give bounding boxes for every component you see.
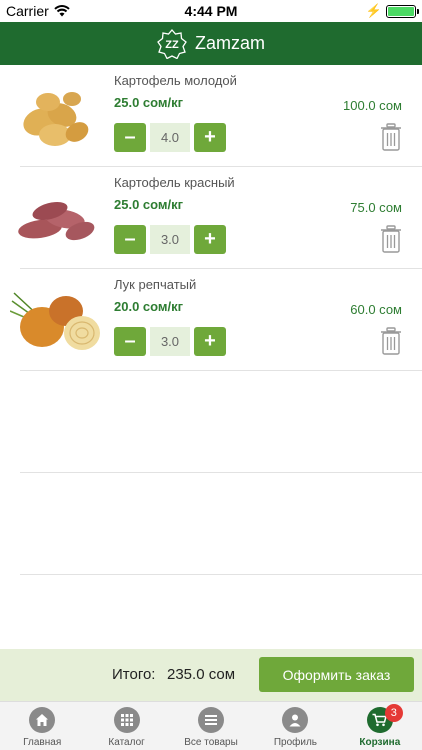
tab-bar: Главная Каталог Все товары Профиль 3 Кор… xyxy=(0,701,422,750)
tab-home[interactable]: Главная xyxy=(0,702,84,750)
status-bar: Carrier 4:44 PM ⚡ xyxy=(0,0,422,22)
decrease-button[interactable]: – xyxy=(114,327,146,356)
home-icon xyxy=(29,707,56,733)
charging-icon: ⚡ xyxy=(365,3,382,18)
list-icon xyxy=(198,707,225,733)
line-total: 60.0 сом xyxy=(350,302,402,317)
cart-count-badge: 3 xyxy=(384,704,403,722)
product-name: Картофель красный xyxy=(114,175,235,190)
cart-item: Картофель красный 25.0 сом/кг 75.0 сом –… xyxy=(18,167,422,269)
cart-item: Лук репчатый 20.0 сом/кг 60.0 сом – 3.0 … xyxy=(10,269,422,371)
user-icon xyxy=(282,707,309,733)
total-label: Итого: xyxy=(112,666,156,683)
tab-label: Главная xyxy=(23,737,62,748)
tab-label: Все товары xyxy=(184,737,238,748)
tab-profile[interactable]: Профиль xyxy=(253,702,337,750)
quantity-value: 4.0 xyxy=(150,123,190,152)
zamzam-logo-icon: ZZ xyxy=(157,28,187,59)
red-potatoes-image xyxy=(18,201,95,241)
quantity-stepper: – 3.0 + xyxy=(114,327,226,356)
svg-text:ZZ: ZZ xyxy=(165,39,179,51)
tab-cart[interactable]: 3 Корзина xyxy=(338,702,422,750)
increase-button[interactable]: + xyxy=(194,225,226,254)
brand-name: Zamzam xyxy=(194,33,265,53)
tab-all-products[interactable]: Все товары xyxy=(169,702,253,750)
cart-list: Картофель молодой 25.0 сом/кг 100.0 сом … xyxy=(0,65,422,575)
onions-image xyxy=(10,292,100,350)
status-time: 4:44 PM xyxy=(184,3,238,19)
battery-level xyxy=(388,7,414,16)
cart-item: Картофель молодой 25.0 сом/кг 100.0 сом … xyxy=(20,65,422,167)
increase-button[interactable]: + xyxy=(194,123,226,152)
tab-label: Корзина xyxy=(359,737,401,748)
line-total: 75.0 сом xyxy=(350,200,402,215)
decrease-button[interactable]: – xyxy=(114,123,146,152)
young-potatoes-image xyxy=(23,92,89,146)
empty-row xyxy=(20,371,422,473)
order-summary-bar: Итого: 235.0 сом Оформить заказ xyxy=(0,649,422,701)
line-total: 100.0 сом xyxy=(343,98,402,113)
battery-tip xyxy=(417,9,419,14)
trash-icon[interactable] xyxy=(380,327,402,355)
quantity-stepper: – 3.0 + xyxy=(114,225,226,254)
product-name: Картофель молодой xyxy=(114,73,237,88)
unit-price: 20.0 сом/кг xyxy=(114,299,184,314)
empty-row xyxy=(20,473,422,575)
checkout-button[interactable]: Оформить заказ xyxy=(259,657,414,692)
quantity-stepper: – 4.0 + xyxy=(114,123,226,152)
total-value: 235.0 сом xyxy=(167,666,236,683)
trash-icon[interactable] xyxy=(380,225,402,253)
quantity-value: 3.0 xyxy=(150,327,190,356)
unit-price: 25.0 сом/кг xyxy=(114,197,184,212)
grid-icon xyxy=(113,707,140,733)
product-name: Лук репчатый xyxy=(114,277,197,292)
increase-button[interactable]: + xyxy=(194,327,226,356)
unit-price: 25.0 сом/кг xyxy=(114,95,184,110)
tab-label: Профиль xyxy=(273,737,317,748)
decrease-button[interactable]: – xyxy=(114,225,146,254)
tab-label: Каталог xyxy=(108,737,145,748)
quantity-value: 3.0 xyxy=(150,225,190,254)
trash-icon[interactable] xyxy=(380,123,402,151)
app-header: ZZ Zamzam xyxy=(0,22,422,65)
battery-icon xyxy=(386,5,419,18)
tab-catalog[interactable]: Каталог xyxy=(84,702,168,750)
